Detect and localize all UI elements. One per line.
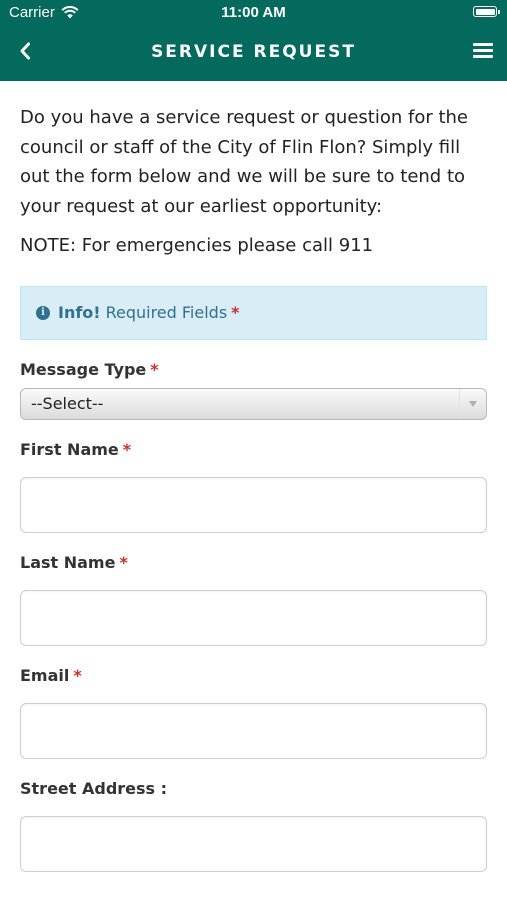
last-name-input[interactable] [20, 589, 487, 646]
dropdown-arrow-icon [459, 388, 486, 419]
info-alert-text: Required Fields [105, 303, 228, 322]
navigation-bar: SERVICE REQUEST [0, 25, 507, 81]
main-content: Do you have a service request or questio… [20, 81, 487, 872]
info-alert: i Info! Required Fields * [20, 285, 487, 340]
hamburger-menu-icon[interactable] [473, 43, 493, 61]
required-mark: * [150, 359, 159, 379]
info-circle-icon: i [36, 305, 50, 320]
info-alert-strong: Info! [58, 303, 101, 322]
battery-icon [473, 6, 500, 17]
required-mark: * [231, 303, 240, 322]
email-label: Email * [20, 665, 82, 685]
message-type-selected: --Select-- [31, 393, 104, 413]
last-name-label: Last Name * [20, 552, 128, 572]
status-bar: Carrier 11:00 AM [0, 0, 507, 25]
required-mark: * [122, 439, 132, 459]
emergency-note: NOTE: For emergencies please call 911 [20, 235, 374, 256]
message-type-label: Message Type * [20, 359, 159, 379]
email-input[interactable] [20, 702, 487, 759]
street-address-label: Street Address : [20, 778, 168, 798]
page-title: SERVICE REQUEST [151, 42, 356, 62]
street-address-input[interactable] [20, 815, 487, 872]
required-mark: * [73, 665, 82, 685]
first-name-label: First Name * [20, 439, 132, 459]
status-time: 11:00 AM [221, 4, 286, 21]
required-mark: * [119, 552, 128, 572]
first-name-input[interactable] [20, 476, 487, 533]
intro-text: Do you have a service request or questio… [20, 107, 469, 217]
message-type-select[interactable]: --Select-- [20, 387, 487, 420]
